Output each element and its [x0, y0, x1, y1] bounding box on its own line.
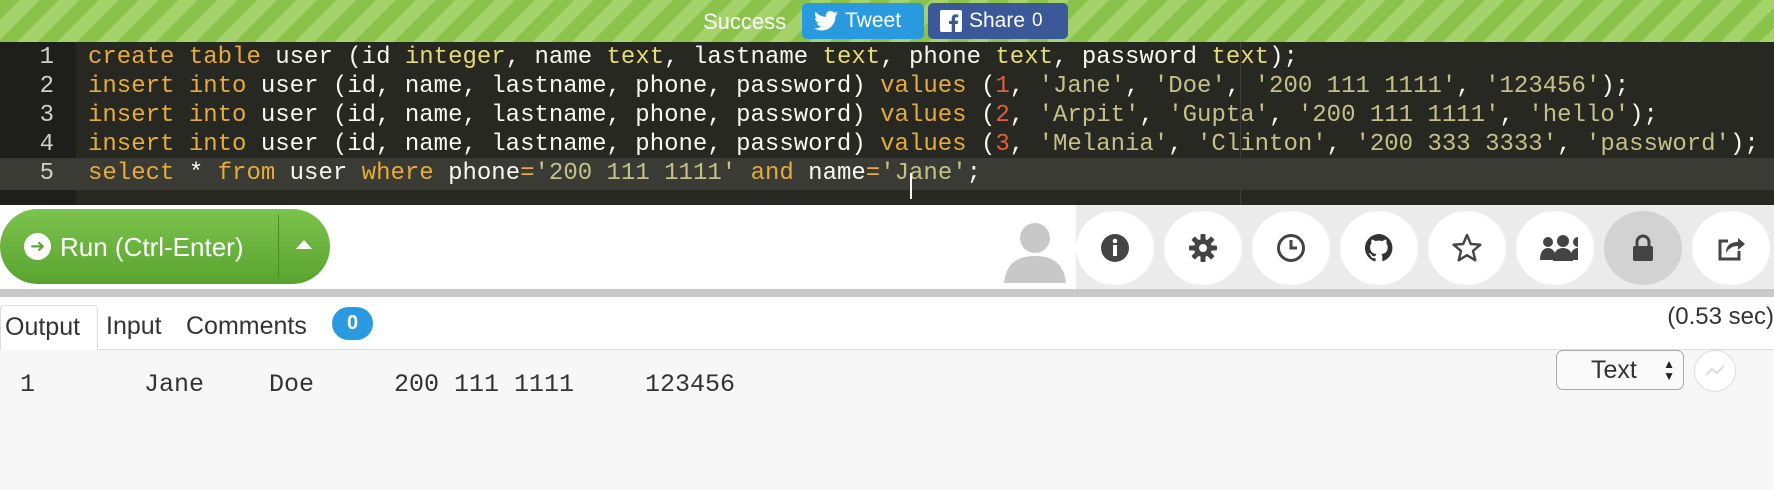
tool-icon-strip: [1076, 205, 1774, 289]
code-line[interactable]: 1 create table user (id integer, name tex…: [0, 42, 1774, 74]
output-format-select[interactable]: Text ▲ ▼: [1556, 350, 1684, 390]
tab-output[interactable]: Output: [0, 305, 98, 350]
code-line-active[interactable]: 5 select * from user where phone='200 111…: [0, 158, 1774, 190]
github-icon: [1364, 233, 1393, 262]
twitter-icon: [814, 11, 838, 31]
run-button[interactable]: ➜ Run (Ctrl-Enter): [0, 209, 330, 284]
select-arrows-icon: ▲ ▼: [1663, 357, 1675, 383]
chart-icon: [1705, 365, 1725, 376]
status-bar: Success Tweet Share 0: [0, 0, 1774, 43]
history-button[interactable]: [1252, 211, 1330, 285]
execution-time: (0.53 sec): [1667, 303, 1774, 330]
run-options-caret-icon[interactable]: [296, 240, 312, 249]
line-number: 4: [39, 131, 54, 158]
toolbar: ➜ Run (Ctrl-Enter): [0, 205, 1774, 289]
code-text: insert into user (id, name, lastname, ph…: [88, 131, 1759, 158]
code-line[interactable]: 2 insert into user (id, name, lastname, p…: [0, 71, 1774, 103]
gear-icon: [1189, 234, 1217, 262]
lock-icon: [1633, 234, 1653, 261]
format-select-value: Text: [1591, 356, 1637, 384]
facebook-icon: [940, 10, 962, 32]
result-cell: Jane: [144, 370, 205, 399]
run-label: Run (Ctrl-Enter): [60, 232, 244, 262]
line-number: 1: [39, 44, 54, 71]
line-number: 3: [39, 102, 54, 129]
user-avatar-icon[interactable]: [1002, 219, 1068, 283]
code-text: insert into user (id, name, lastname, ph…: [88, 102, 1658, 129]
run-divider: [278, 215, 279, 278]
private-lock-button[interactable]: [1604, 211, 1682, 285]
share-out-button[interactable]: [1692, 211, 1770, 285]
info-button[interactable]: [1076, 211, 1154, 285]
history-icon: [1277, 234, 1305, 262]
result-cell: Doe: [269, 370, 315, 399]
share-count: 0: [1032, 10, 1043, 31]
tweet-button[interactable]: Tweet: [802, 3, 924, 39]
output-panel: 1 Jane Doe 200 111 1111 123456 Text ▲ ▼: [0, 350, 1774, 490]
settings-button[interactable]: [1164, 211, 1242, 285]
info-icon: [1101, 234, 1129, 262]
star-button[interactable]: [1428, 211, 1506, 285]
run-arrow-icon: ➜: [24, 233, 51, 260]
github-button[interactable]: [1340, 211, 1418, 285]
chart-toggle-button[interactable]: [1694, 350, 1736, 392]
status-text: Success: [703, 9, 787, 34]
code-text: select * from user where phone='200 111 …: [88, 160, 982, 187]
output-tabs: Output Input Comments: [0, 297, 1774, 350]
code-editor[interactable]: 1 create table user (id integer, name tex…: [0, 42, 1774, 205]
tab-input[interactable]: Input: [106, 305, 162, 349]
star-icon: [1452, 233, 1482, 262]
share-out-icon: [1718, 238, 1745, 261]
code-text: create table user (id integer, name text…: [88, 44, 1298, 71]
line-number: 5: [39, 160, 54, 187]
facebook-share-button[interactable]: Share 0: [928, 3, 1068, 39]
tweet-label: Tweet: [845, 9, 902, 32]
share-label: Share: [969, 9, 1026, 32]
code-text: insert into user (id, name, lastname, ph…: [88, 73, 1630, 100]
result-cell: 123456: [645, 370, 736, 399]
text-cursor: [910, 173, 912, 199]
collaborate-button[interactable]: [1516, 211, 1594, 285]
result-cell: 1: [20, 370, 36, 399]
code-line[interactable]: 4 insert into user (id, name, lastname, p…: [0, 129, 1774, 161]
users-icon: [1540, 235, 1578, 261]
code-line[interactable]: 3 insert into user (id, name, lastname, p…: [0, 100, 1774, 132]
comments-count-badge: 0: [332, 307, 373, 340]
result-cell: 200 111 1111: [394, 370, 575, 399]
line-number: 2: [39, 73, 54, 100]
tab-comments[interactable]: Comments: [186, 305, 307, 349]
panel-splitter[interactable]: [0, 289, 1774, 297]
